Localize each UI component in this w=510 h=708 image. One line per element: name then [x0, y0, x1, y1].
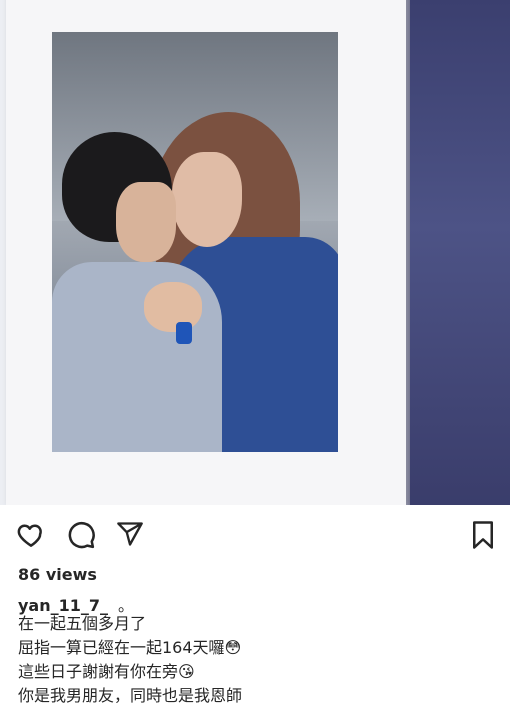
caption-line: 屈指一算已經在一起164天囉😳: [18, 638, 242, 657]
caption-line: 這些日子謝謝有你在旁😘: [18, 662, 195, 681]
printed-photo-frame: [6, 0, 406, 505]
view-count[interactable]: 86 views: [18, 565, 97, 584]
heart-icon[interactable]: [16, 520, 46, 550]
caption-text: 在一起五個多月了 屈指一算已經在一起164天囉😳 這些日子謝謝有你在旁😘 你是我…: [18, 612, 498, 708]
bookmark-icon[interactable]: [470, 520, 496, 550]
post-photo[interactable]: [0, 0, 510, 505]
background-panel: [410, 0, 510, 505]
comment-icon[interactable]: [66, 520, 96, 550]
couple-photo: [52, 32, 338, 452]
caption-line: 你是我男朋友，同時也是我恩師: [18, 686, 243, 705]
paper-plane-icon[interactable]: [116, 520, 144, 548]
caption-line: 在一起五個多月了: [18, 614, 147, 633]
